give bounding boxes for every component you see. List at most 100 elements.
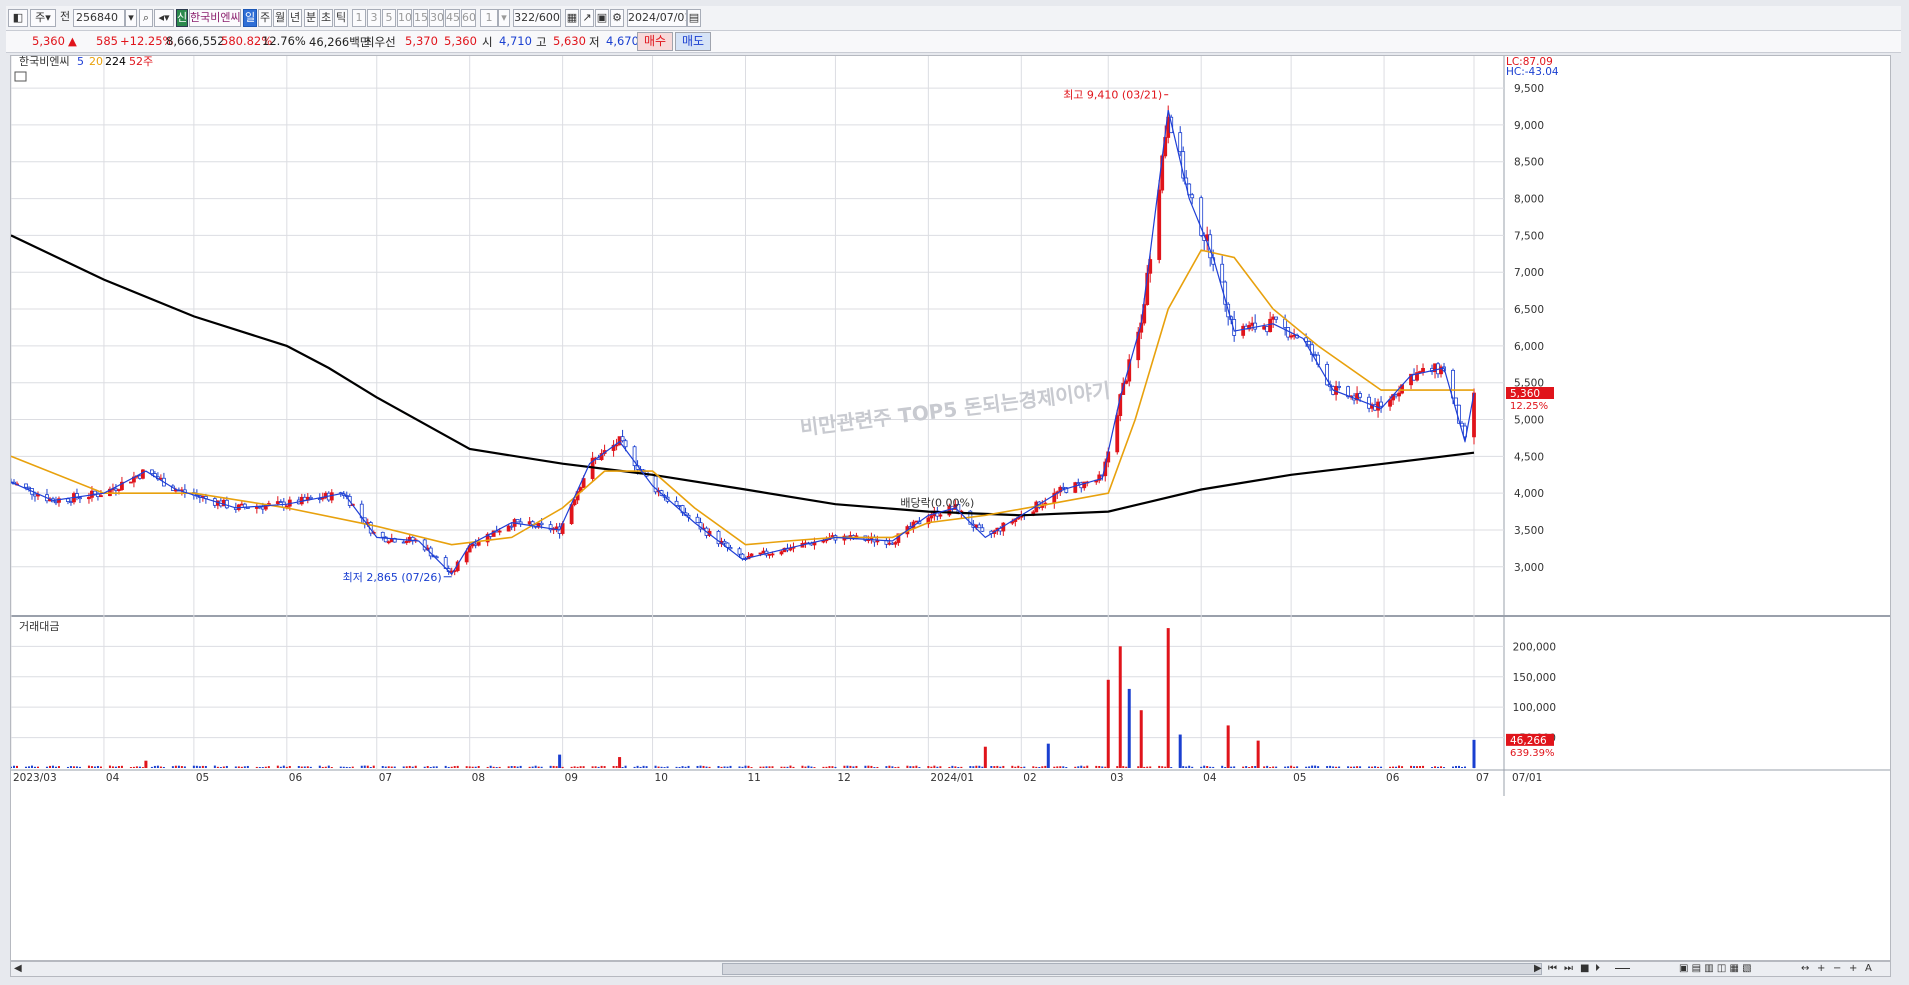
- last-icon[interactable]: ⏭: [1564, 963, 1573, 975]
- x-tick-label: 03: [1110, 772, 1123, 784]
- candle-body: [404, 540, 409, 544]
- volume-bar: [549, 765, 552, 768]
- volume-bar: [1185, 766, 1188, 768]
- zoom-in-icon[interactable]: +: [1817, 963, 1825, 975]
- interval-input[interactable]: 1: [480, 9, 498, 27]
- buy-button[interactable]: 매수: [637, 32, 673, 51]
- candle-body: [464, 551, 469, 563]
- volume-bar: [1146, 766, 1149, 768]
- tab-month[interactable]: 월: [273, 9, 287, 27]
- tab-second[interactable]: 초: [319, 9, 333, 27]
- interval-45[interactable]: 45: [445, 9, 460, 27]
- code-input[interactable]: 256840: [73, 9, 125, 27]
- volume-bar: [87, 765, 90, 768]
- candle-body: [506, 525, 511, 532]
- annotation-low: 최저 2,865 (07/26): [343, 571, 442, 584]
- volume-bar: [513, 766, 516, 768]
- volume-bar: [195, 765, 198, 768]
- pct-tag: 12.25%: [1510, 401, 1548, 412]
- stock-name[interactable]: 한국비엔씨: [189, 9, 241, 27]
- chart-canvas[interactable]: 3,0003,5004,0004,5005,0005,5006,0006,500…: [11, 56, 1890, 960]
- settings-icon[interactable]: ⚙: [610, 9, 624, 27]
- scroll-thumb[interactable]: [722, 963, 1542, 975]
- volume-bar: [156, 765, 159, 768]
- code-dropdown-icon[interactable]: ▾: [125, 9, 137, 27]
- volume-bar: [1353, 766, 1356, 768]
- view-icons[interactable]: ▣ ▤ ▥ ◫ ▦ ▧: [1679, 963, 1752, 975]
- volume-bar: [129, 767, 132, 768]
- volume-bar: [768, 766, 771, 768]
- candle-body: [515, 519, 520, 523]
- x-tick-label: 05: [1293, 772, 1306, 784]
- volume-bar: [1437, 766, 1440, 768]
- volume-bar: [771, 766, 774, 768]
- scroll-left-icon[interactable]: ◀: [14, 963, 22, 975]
- calendar-icon[interactable]: ▤: [687, 9, 701, 27]
- volume-title: 거래대금: [19, 620, 59, 633]
- volume-bar: [1149, 766, 1152, 768]
- draw-icon[interactable]: ↗: [580, 9, 594, 27]
- layout-icon[interactable]: ◧: [8, 9, 28, 27]
- volume-bar: [1104, 766, 1107, 768]
- tab-day[interactable]: 일: [243, 9, 257, 27]
- volume-bar: [240, 766, 243, 768]
- save-icon[interactable]: ▣: [595, 9, 609, 27]
- date-input[interactable]: 2024/07/01: [627, 9, 687, 27]
- search-icon[interactable]: ⌕: [139, 9, 153, 27]
- interval-10[interactable]: 10: [397, 9, 412, 27]
- speaker-icon[interactable]: ◂▾: [154, 9, 174, 27]
- volume-bar: [870, 765, 873, 768]
- candle-body: [1115, 415, 1120, 453]
- interval-1[interactable]: 1: [352, 9, 366, 27]
- x-tick-label: 07: [379, 772, 392, 784]
- volume-bar: [888, 765, 891, 768]
- volume-bar: [717, 766, 720, 768]
- volume-bar: [993, 766, 996, 768]
- interval-5[interactable]: 5: [382, 9, 396, 27]
- volume-bar: [681, 766, 684, 768]
- volume-bar: [885, 766, 888, 768]
- volume-bar: [1041, 766, 1044, 768]
- candle-body: [572, 499, 577, 506]
- volume-bar: [393, 766, 396, 768]
- tab-year[interactable]: 년: [288, 9, 302, 27]
- interval-30[interactable]: 30: [429, 9, 444, 27]
- volume-bar: [390, 766, 393, 768]
- volume-bar: [330, 767, 333, 768]
- interval-60[interactable]: 60: [461, 9, 476, 27]
- interval-15[interactable]: 15: [413, 9, 428, 27]
- interval-3[interactable]: 3: [367, 9, 381, 27]
- tab-week[interactable]: 주: [258, 9, 272, 27]
- legend-52week: 52주: [129, 56, 153, 68]
- candle-body: [278, 501, 283, 503]
- chart-area[interactable]: 3,000 3,500 4,000 4,500 5,000 5,500 6,000 6,500…: [10, 55, 1891, 961]
- auto-scale-icon[interactable]: A: [1865, 963, 1872, 975]
- slider-track-icon[interactable]: ⎯⎯⎯: [1615, 963, 1630, 975]
- volume-bar: [783, 766, 786, 768]
- tab-tick[interactable]: 틱: [334, 9, 348, 27]
- volume-bar: [1230, 766, 1233, 768]
- period-selector[interactable]: 주▾: [30, 9, 56, 27]
- volume-bar: [1326, 766, 1329, 768]
- count-field[interactable]: 322/600: [513, 9, 561, 27]
- volume-bar: [1356, 766, 1359, 768]
- sell-button[interactable]: 매도: [675, 32, 711, 51]
- horizontal-scrollbar[interactable]: ◀ ▶ ⏮ ⏭ ■ ⏵ ⎯⎯⎯ ▣ ▤ ▥ ◫ ▦ ▧ ↔ + − + A: [10, 961, 1891, 977]
- volume-spike: [983, 746, 987, 768]
- first-icon[interactable]: ⏮: [1548, 963, 1557, 975]
- tab-minute[interactable]: 분: [304, 9, 318, 27]
- zoom-out-icon[interactable]: −: [1833, 963, 1841, 975]
- zoom-plus-icon[interactable]: +: [1849, 963, 1857, 975]
- stop-icon[interactable]: ■: [1580, 963, 1589, 975]
- candle-body: [1157, 189, 1162, 260]
- zoom-fit-icon[interactable]: ↔: [1801, 963, 1809, 975]
- scroll-right-icon[interactable]: ▶: [1534, 963, 1542, 975]
- volume-bar: [1377, 766, 1380, 768]
- candle-body: [1073, 482, 1078, 493]
- volume-bar: [1308, 766, 1311, 768]
- play-icon[interactable]: ⏵: [1595, 963, 1600, 975]
- volume-bar: [69, 766, 72, 768]
- grid-icon[interactable]: ▦: [565, 9, 579, 27]
- interval-dropdown-icon[interactable]: ▾: [498, 9, 510, 27]
- volume-bar: [162, 766, 165, 768]
